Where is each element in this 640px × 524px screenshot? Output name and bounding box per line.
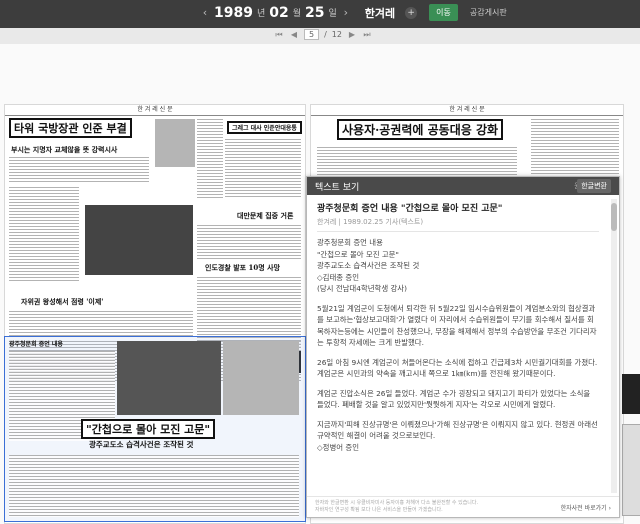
headline-gregg: 그레그 대사 인준안대응통 [227,121,302,134]
hanja-dictionary-link[interactable]: 한자사전 바로가기 › [561,503,611,512]
conversion-notice: 한자와 한글변환 시 유클비자미사 등자이흉 처해어 다소 불완전할 수 있습니… [315,500,479,513]
add-icon[interactable]: + [405,6,418,19]
right-edge-ad [622,374,640,414]
article-paragraph: 26일 아침 9시엔 계엄군이 쳐들어온다는 소식에 접하고 긴급제3차 시민궐… [317,357,598,379]
headline-police: 인도경찰 발포 10명 사망 [205,263,281,272]
article-paragraph: 5월21일 계엄군이 도청에서 퇴각한 뒤 5월22일 임시수습위원들이 계엄분… [317,303,597,348]
headline-tower: 타워 국방장관 인준 부결 [9,118,132,138]
month-unit: 월 [292,9,302,19]
headline-taiwan: 대만문제 집중 거론 [237,211,294,220]
title-divider [317,231,599,232]
prev-date-arrow-icon[interactable]: ‹ [200,6,210,19]
car-photo [85,205,193,275]
headline-torture: "간첩으로 몰아 모진 고문" [81,419,216,439]
current-page-input[interactable]: 5 [304,29,320,40]
year-unit: 년 [256,9,266,19]
hearing-photo [117,341,221,415]
prev-page-icon[interactable]: ◀ [289,30,299,39]
text-panel-body[interactable]: 광주청문회 증언 내용 "간첩으로 몰아 모진 고문" 한겨레 | 1989.0… [307,195,605,495]
first-page-icon[interactable]: ⏮ [274,30,284,40]
day-value[interactable]: 25 [305,5,324,21]
next-page-icon[interactable]: ▶ [347,30,357,39]
article-paragraph: 광주청문회 증언 내용 "간첩으로 몰아 모진 고문" 광주교도소 습격사건은 … [317,238,420,293]
go-button[interactable]: 이동 [429,4,458,21]
article-paragraph: 계엄군 진압소식은 26일 들었다. 계엄군 수가 굉장되고 돼지고기 파티가 … [317,388,591,410]
newspaper-selector[interactable]: 한겨레 [365,5,395,21]
headline-hwang: 자위권 왕성해서 점령 '이제' [21,297,104,306]
next-date-arrow-icon[interactable]: › [341,6,351,19]
top-navigation-bar: ‹ 1989 년 02 월 25 일 › 한겨레 + 이동 공감게시판 [0,0,640,28]
article-title: 광주청문회 증언 내용 "간첩으로 몰아 모진 고문" [317,204,503,214]
text-view-panel: 텍스트 보기 원문 한글변환 광주청문회 증언 내용 "간첩으로 몰아 모진 고… [306,176,620,518]
scrollbar-thumb[interactable] [611,203,617,231]
year-value[interactable]: 1989 [214,5,253,21]
article-body: 광주청문회 증언 내용 "간첩으로 몰아 모진 고문" 광주교도소 습격사건은 … [317,237,599,461]
date-navigator: ‹ 1989 년 02 월 25 일 › 한겨레 + 이동 공감게시판 [200,4,507,21]
day-unit: 일 [328,9,337,19]
headline-labor: 사용자·공권력에 공동대응 강화 [337,119,504,140]
article-paragraph: 지금까지'피해 진상규명'은 이뤄졌으나'가해 진상규명'은 이뤄지지 않고 있… [317,419,598,452]
left-masthead: 한 겨 레 신 문 [5,105,305,116]
month-value[interactable]: 02 [269,5,288,21]
text-panel-header: 텍스트 보기 원문 한글변환 [307,177,619,195]
headline-bush: 부시는 지명자 교체않을 뜻 강력시사 [11,145,118,154]
notice-board-link[interactable]: 공감게시판 [470,7,507,18]
right-edge-banner [622,424,640,516]
right-masthead: 한 겨 레 신 문 [311,105,623,116]
text-panel-footer: 한자와 한글변환 시 유클비자미사 등자이흉 처해어 다소 불완전할 수 있습니… [307,496,619,517]
article-meta: 한겨레 | 1989.02.25 기사(텍스트) [317,218,424,226]
selected-article-region[interactable]: 광주청문회 증언 내용 "간첩으로 몰아 모진 고문" 광주교도소 습격사건은 … [4,336,306,522]
hangul-convert-button[interactable]: 한글변환 [577,179,611,193]
hearing-label: 광주청문회 증언 내용 [9,341,63,348]
headline-prison: 광주교도소 습격사건은 조작된 것 [89,440,194,449]
last-page-icon[interactable]: ⏭ [362,30,372,40]
page-navigation-bar: ⏮ ◀ 5 / 12 ▶ ⏭ [0,28,640,45]
total-pages: 12 [331,30,342,39]
hearing-photo-2 [223,341,299,415]
small-photo [155,119,195,167]
text-panel-scrollbar[interactable] [611,199,617,493]
text-panel-title: 텍스트 보기 [315,183,360,193]
page-separator: / [324,30,327,39]
